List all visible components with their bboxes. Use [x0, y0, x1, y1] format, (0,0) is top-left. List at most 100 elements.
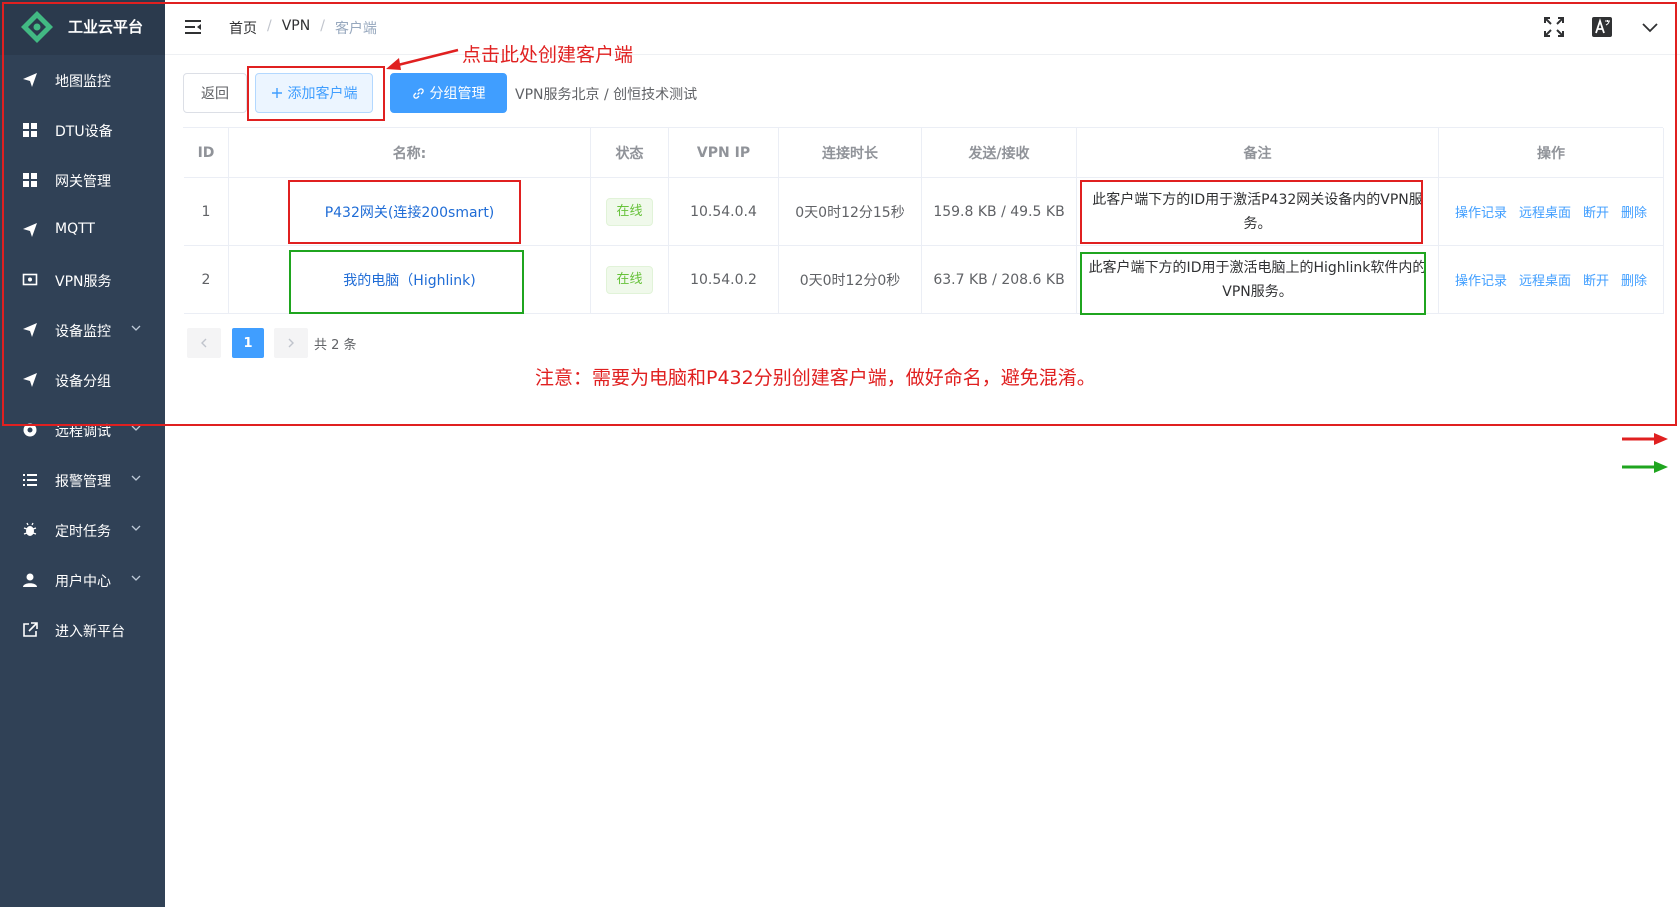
sidebar: 工业云平台 地图监控 DTU设备 网关管理 MQTT VPN服务 设备监控 设备… [0, 0, 165, 907]
cell-duration: 0天0时12分15秒 [779, 178, 922, 245]
next-page-button[interactable] [274, 328, 308, 358]
cell-status: 在线 [591, 246, 669, 313]
app-title: 工业云平台 [68, 18, 144, 36]
bug-icon [23, 522, 37, 536]
chevron-down-icon [131, 575, 141, 581]
op-disconnect-link[interactable]: 断开 [1583, 202, 1609, 221]
sidebar-item-label: 设备监控 [55, 324, 111, 340]
note-text: 此客户端下方的ID用于激活电脑上的Highlink软件内的VPN服务。 [1088, 259, 1427, 300]
column-header-name: 名称: [229, 128, 591, 177]
cell-note: 此客户端下方的ID用于激活电脑上的Highlink软件内的VPN服务。 [1077, 246, 1439, 313]
client-name-link[interactable]: 我的电脑（Highlink) [343, 270, 475, 290]
external-link-icon [23, 622, 38, 637]
sidebar-item-vpn-service[interactable]: VPN服务 [0, 255, 165, 305]
op-disconnect-link[interactable]: 断开 [1583, 270, 1609, 289]
pagination-total: 共 2 条 [314, 338, 357, 353]
table-header-row: ID 名称: 状态 VPN IP 连接时长 发送/接收 备注 操作 [184, 128, 1664, 178]
send-icon [23, 73, 37, 87]
current-service-path: VPN服务北京 / 创恒技术测试 [515, 87, 698, 103]
cell-id: 1 [184, 178, 229, 245]
logo-icon [21, 11, 53, 43]
add-client-button[interactable]: 添加客户端 [255, 73, 373, 113]
send-icon [23, 373, 37, 387]
sidebar-item-user-center[interactable]: 用户中心 [0, 555, 165, 605]
op-remote-desktop-link[interactable]: 远程桌面 [1519, 270, 1571, 289]
op-delete-link[interactable]: 删除 [1621, 202, 1647, 221]
column-header-id: ID [184, 128, 229, 177]
breadcrumb-home[interactable]: 首页 [229, 18, 257, 38]
cell-name: 我的电脑（Highlink) [229, 246, 591, 313]
breadcrumb: 首页 / VPN / 客户端 [229, 18, 377, 38]
app-root: 工业云平台 地图监控 DTU设备 网关管理 MQTT VPN服务 设备监控 设备… [0, 0, 1680, 907]
note-text: 此客户端下方的ID用于激活P432网关设备内的VPN服务。 [1092, 191, 1423, 232]
chevron-down-icon [131, 525, 141, 531]
menu-fold-icon[interactable] [183, 17, 203, 37]
chevron-left-icon [201, 338, 207, 348]
cell-ops: 操作记录 远程桌面 断开 删除 [1439, 246, 1664, 313]
sidebar-item-mqtt[interactable]: MQTT [0, 205, 165, 255]
grid-icon [23, 173, 37, 187]
fullscreen-icon[interactable] [1543, 16, 1565, 38]
chevron-down-icon[interactable] [1639, 16, 1661, 38]
sidebar-item-label: MQTT [55, 221, 95, 237]
breadcrumb-current: 客户端 [334, 21, 377, 37]
cell-name: P432网关(连接200smart) [229, 178, 591, 245]
chevron-down-icon [131, 325, 141, 331]
sidebar-item-device-monitor[interactable]: 设备监控 [0, 305, 165, 355]
sidebar-item-label: 网关管理 [55, 174, 111, 190]
group-manage-label: 分组管理 [429, 86, 486, 102]
annotation-arrow-icon [386, 48, 459, 70]
op-delete-link[interactable]: 删除 [1621, 270, 1647, 289]
cell-ops: 操作记录 远程桌面 断开 删除 [1439, 178, 1664, 245]
back-button[interactable]: 返回 [183, 73, 247, 113]
table-row: 1 P432网关(连接200smart) 在线 10.54.0.4 0天0时12… [184, 178, 1664, 246]
sidebar-item-label: 用户中心 [55, 574, 111, 590]
prev-page-button[interactable] [187, 328, 221, 358]
sidebar-item-new-platform[interactable]: 进入新平台 [0, 605, 165, 655]
op-history-link[interactable]: 操作记录 [1455, 270, 1507, 289]
breadcrumb-separator: / [267, 18, 272, 34]
annotation-note: 注意：需要为电脑和P432分别创建客户端，做好命名，避免混淆。 [535, 367, 1096, 389]
sidebar-item-dtu-devices[interactable]: DTU设备 [0, 105, 165, 155]
sidebar-item-label: 进入新平台 [55, 624, 125, 640]
cell-duration: 0天0时12分0秒 [779, 246, 922, 313]
op-history-link[interactable]: 操作记录 [1455, 202, 1507, 221]
sidebar-item-gateway-manage[interactable]: 网关管理 [0, 155, 165, 205]
op-remote-desktop-link[interactable]: 远程桌面 [1519, 202, 1571, 221]
breadcrumb-vpn[interactable]: VPN [282, 18, 311, 38]
sidebar-item-label: DTU设备 [55, 124, 113, 140]
client-name-link[interactable]: P432网关(连接200smart) [325, 202, 495, 222]
sidebar-item-device-group[interactable]: 设备分组 [0, 355, 165, 405]
sidebar-item-map-monitor[interactable]: 地图监控 [0, 55, 165, 105]
cell-note: 此客户端下方的ID用于激活P432网关设备内的VPN服务。 [1077, 178, 1439, 245]
plus-icon [271, 88, 282, 98]
add-client-label: 添加客户端 [287, 86, 358, 102]
user-icon [23, 573, 37, 587]
green-arrow-icon [1622, 461, 1668, 473]
sidebar-item-scheduled-tasks[interactable]: 定时任务 [0, 505, 165, 555]
column-header-ops: 操作 [1439, 128, 1664, 177]
link-icon [412, 87, 424, 99]
translate-icon[interactable] [1591, 16, 1613, 38]
cell-traffic: 159.8 KB / 49.5 KB [922, 178, 1077, 245]
sidebar-item-label: 报警管理 [55, 474, 111, 490]
group-manage-button[interactable]: 分组管理 [390, 73, 507, 113]
settings-icon [23, 423, 37, 437]
sidebar-item-remote-debug[interactable]: 远程调试 [0, 405, 165, 455]
sidebar-item-label: 地图监控 [55, 74, 111, 90]
column-header-status: 状态 [591, 128, 669, 177]
send-icon [23, 223, 37, 237]
grid-icon [23, 123, 37, 137]
list-icon [23, 474, 37, 486]
monitor-icon [22, 273, 38, 286]
logo[interactable]: 工业云平台 [0, 0, 165, 55]
client-table: ID 名称: 状态 VPN IP 连接时长 发送/接收 备注 操作 1 P432… [183, 127, 1664, 314]
page-number-button[interactable]: 1 [232, 328, 264, 358]
red-arrow-icon [1622, 433, 1668, 445]
cell-vpn-ip: 10.54.0.2 [669, 246, 779, 313]
chevron-right-icon [288, 338, 294, 348]
sidebar-item-alarm-manage[interactable]: 报警管理 [0, 455, 165, 505]
column-header-duration: 连接时长 [779, 128, 922, 177]
sidebar-item-label: 远程调试 [55, 424, 111, 440]
column-header-traffic: 发送/接收 [922, 128, 1077, 177]
